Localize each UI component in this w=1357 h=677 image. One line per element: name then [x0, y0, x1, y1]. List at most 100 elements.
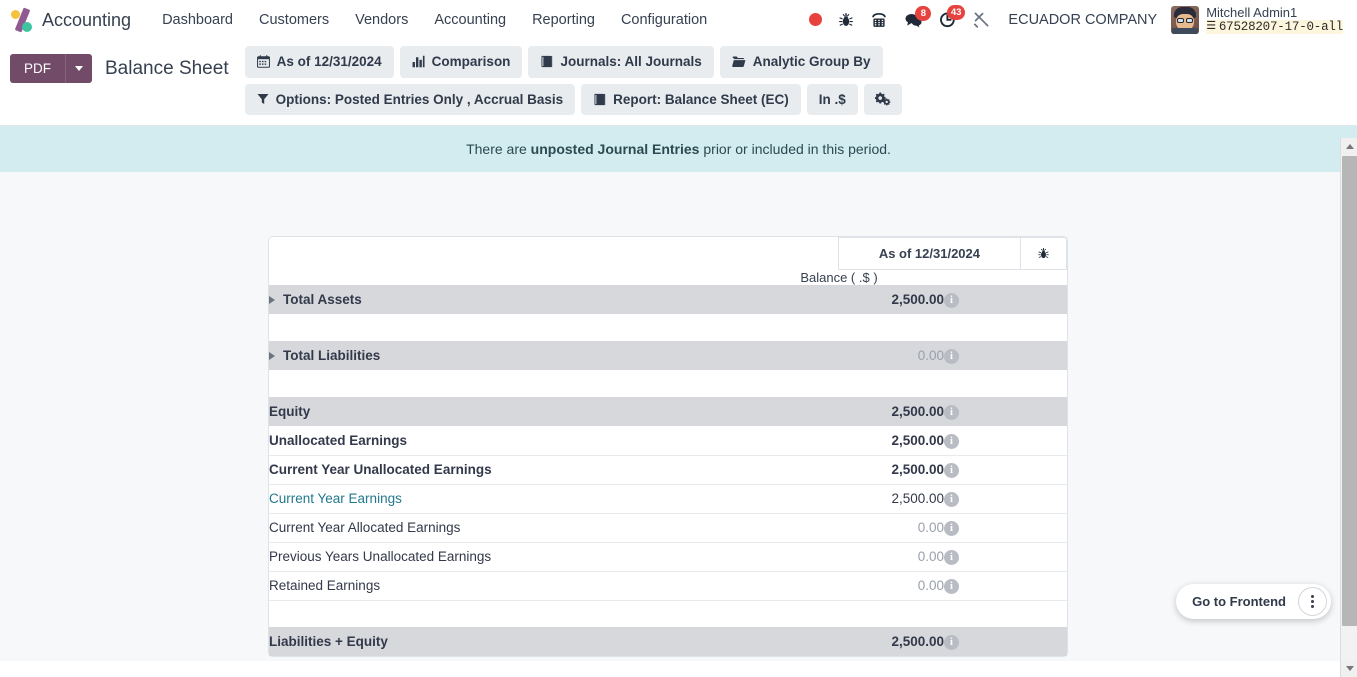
user-name: Mitchell Admin1	[1206, 4, 1298, 20]
info-icon[interactable]: i	[944, 579, 959, 595]
balance-sheet-report-card: As of 12/31/2024 Balance (.$) Total As…	[268, 236, 1068, 658]
table-row[interactable]: Previous Years Unallocated Earnings 0.00…	[269, 542, 1067, 572]
table-row[interactable]: Total Liabilities 0.00 i	[269, 341, 1067, 371]
activities-icon[interactable]: 43	[931, 5, 966, 34]
go-to-frontend-button[interactable]: Go to Frontend	[1176, 594, 1298, 609]
balance-sheet-table: As of 12/31/2024 Balance (.$) Total As…	[269, 237, 1067, 657]
date-filter-button[interactable]: As of 12/31/2024	[244, 46, 394, 78]
app-brand-name[interactable]: Accounting	[42, 10, 131, 31]
main-menu: Dashboard Customers Vendors Accounting R…	[149, 2, 720, 38]
page-scrollbar[interactable]	[1340, 138, 1357, 677]
row-label: Current Year Allocated Earnings	[269, 520, 461, 536]
user-avatar	[1171, 5, 1200, 34]
menu-item-accounting[interactable]: Accounting	[421, 2, 519, 38]
activities-counter-badge: 43	[946, 5, 966, 21]
row-label: Total Assets	[283, 292, 362, 308]
scrollbar-thumb[interactable]	[1342, 156, 1357, 626]
report-filter-bar: As of 12/31/2024 Comparison Journals: Al…	[244, 46, 1195, 116]
report-variant-filter-label: Report: Balance Sheet (EC)	[613, 91, 789, 107]
analytic-group-by-filter-label: Analytic Group By	[752, 54, 871, 69]
go-to-frontend-widget: Go to Frontend	[1176, 584, 1331, 620]
menu-item-customers[interactable]: Customers	[246, 2, 342, 38]
info-icon[interactable]: i	[944, 293, 959, 309]
info-icon[interactable]: i	[944, 463, 959, 479]
expand-caret-icon[interactable]	[269, 351, 275, 360]
row-value: 2,500.00	[891, 634, 944, 650]
column-date-header: As of 12/31/2024	[837, 237, 1067, 271]
column-date-label[interactable]: As of 12/31/2024	[839, 238, 1020, 269]
row-value: 2,500.00	[891, 292, 944, 308]
row-value: 2,500.00	[891, 491, 944, 507]
control-panel: PDF Balance Sheet As of 12/31/2024 Compa…	[0, 40, 1357, 126]
info-icon[interactable]: i	[944, 521, 959, 537]
pdf-export-dropdown-button[interactable]	[65, 54, 92, 83]
expand-caret-icon[interactable]	[269, 295, 275, 304]
row-label: Retained Earnings	[269, 578, 381, 594]
kebab-menu-icon[interactable]	[1298, 587, 1327, 617]
row-label: Previous Years Unallocated Earnings	[269, 549, 492, 565]
pdf-export-group: PDF	[10, 54, 92, 83]
info-icon[interactable]: i	[944, 349, 959, 365]
table-row[interactable]: Current Year Earnings 2,500.00 i	[269, 484, 1067, 514]
book-icon	[593, 93, 606, 106]
comparison-filter-button[interactable]: Comparison	[399, 46, 523, 78]
row-label: Unallocated Earnings	[269, 432, 408, 448]
info-icon[interactable]: i	[944, 433, 959, 449]
journals-filter-label: Journals: All Journals	[560, 54, 702, 69]
currency-filter-button[interactable]: In .$	[806, 83, 858, 116]
database-name-text: 67528207-17-0-all	[1218, 20, 1343, 35]
book-icon	[540, 55, 553, 68]
bug-icon[interactable]	[830, 6, 862, 34]
menu-item-reporting[interactable]: Reporting	[519, 2, 608, 38]
chevron-down-icon	[75, 66, 83, 71]
info-icon[interactable]: i	[944, 405, 959, 421]
info-icon[interactable]: i	[944, 492, 959, 508]
row-value: 0.00	[917, 578, 944, 594]
table-row[interactable]: Retained Earnings 0.00 i	[269, 571, 1067, 601]
banner-text-bold: unposted Journal Entries	[530, 141, 700, 158]
menu-item-configuration[interactable]: Configuration	[608, 2, 720, 38]
row-label-link[interactable]: Current Year Earnings	[269, 491, 402, 506]
report-settings-button[interactable]	[863, 83, 902, 116]
options-filter-button[interactable]: Options: Posted Entries Only , Accrual B…	[244, 83, 576, 116]
row-value: 0.00	[917, 520, 944, 536]
developer-tools-icon[interactable]	[965, 5, 998, 34]
database-icon: ☰	[1206, 21, 1216, 34]
table-row[interactable]: Unallocated Earnings 2,500.00 i	[269, 426, 1067, 456]
row-label: Liabilities + Equity	[269, 634, 388, 650]
odoo-accounting-logo-icon[interactable]	[10, 7, 36, 33]
filter-icon	[257, 93, 269, 105]
table-spacer-row	[269, 370, 1067, 398]
recording-indicator-icon[interactable]	[801, 7, 830, 32]
calendar-icon	[256, 55, 270, 69]
journals-filter-button[interactable]: Journals: All Journals	[528, 46, 714, 78]
table-row[interactable]: Total Assets 2,500.00 i	[269, 285, 1067, 315]
table-row[interactable]: Current Year Allocated Earnings 0.00 i	[269, 513, 1067, 543]
messages-icon[interactable]: 8	[896, 5, 932, 34]
user-menu[interactable]: Mitchell Admin1 ☰ 67528207-17-0-all	[1167, 4, 1349, 37]
row-value: 2,500.00	[891, 432, 944, 448]
currency-filter-label: In .$	[818, 91, 846, 107]
scroll-up-button[interactable]	[1341, 138, 1357, 155]
company-switcher[interactable]: ECUADOR COMPANY	[998, 4, 1167, 36]
phone-dialpad-icon[interactable]	[862, 6, 896, 34]
unposted-entries-banner: There are unposted Journal Entries prior…	[0, 125, 1357, 173]
top-navbar: Accounting Dashboard Customers Vendors A…	[0, 0, 1357, 40]
menu-item-dashboard[interactable]: Dashboard	[149, 2, 246, 38]
analytic-group-by-filter-button[interactable]: Analytic Group By	[719, 46, 883, 78]
page-title: Balance Sheet	[105, 57, 229, 79]
table-header-row: As of 12/31/2024	[269, 237, 1067, 271]
row-label: Current Year Unallocated Earnings	[269, 462, 492, 478]
info-icon[interactable]: i	[944, 550, 959, 566]
scroll-down-button[interactable]	[1341, 660, 1357, 677]
table-row[interactable]: Liabilities + Equity 2,500.00 i	[269, 627, 1067, 657]
menu-item-vendors[interactable]: Vendors	[342, 2, 421, 38]
info-icon[interactable]: i	[944, 635, 959, 651]
table-spacer-row	[269, 314, 1067, 342]
pdf-export-button[interactable]: PDF	[10, 54, 65, 83]
table-row[interactable]: Equity 2,500.00 i	[269, 397, 1067, 427]
audit-bug-icon[interactable]	[1020, 238, 1066, 270]
cogs-icon	[874, 92, 891, 106]
report-variant-filter-button[interactable]: Report: Balance Sheet (EC)	[581, 83, 801, 116]
table-row[interactable]: Current Year Unallocated Earnings 2,500.…	[269, 455, 1067, 485]
